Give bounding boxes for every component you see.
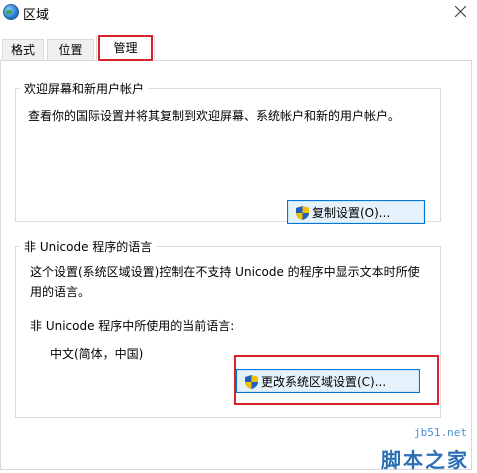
copy-settings-label: 复制设置(O)... <box>312 206 391 220</box>
copy-settings-button[interactable]: 复制设置(O)... <box>287 200 425 224</box>
current-language-label: 非 Unicode 程序中所使用的当前语言: <box>30 319 235 333</box>
tab-panel-administrative: 欢迎屏幕和新用户帐户 查看你的国际设置并将其复制到欢迎屏幕、系统帐户和新的用户帐… <box>0 60 472 470</box>
uac-shield-icon <box>296 206 309 220</box>
change-system-locale-button[interactable]: 更改系统区域设置(C)... <box>236 369 420 393</box>
change-system-locale-label: 更改系统区域设置(C)... <box>261 375 387 389</box>
title-bar: 区域 <box>0 0 477 30</box>
globe-icon <box>3 4 19 20</box>
tab-strip: 格式 位置 管理 <box>0 36 477 61</box>
tab-location[interactable]: 位置 <box>47 39 94 60</box>
uac-shield-icon <box>245 375 258 389</box>
tab-format[interactable]: 格式 <box>2 39 44 60</box>
close-icon <box>454 5 466 18</box>
watermark-text: 脚本之家 <box>381 448 469 472</box>
watermark-url: jb51.net <box>414 426 467 439</box>
welcome-description: 查看你的国际设置并将其复制到欢迎屏幕、系统帐户和新的用户帐户。 <box>28 109 401 123</box>
close-button[interactable] <box>449 2 471 22</box>
non-unicode-description: 这个设置(系统区域设置)控制在不支持 Unicode 的程序中显示文本时所使用的… <box>30 265 420 299</box>
non-unicode-group-title: 非 Unicode 程序的语言 <box>20 238 157 255</box>
window-title: 区域 <box>23 8 50 23</box>
welcome-screen-group: 欢迎屏幕和新用户帐户 查看你的国际设置并将其复制到欢迎屏幕、系统帐户和新的用户帐… <box>15 80 441 224</box>
tab-administrative[interactable]: 管理 <box>96 36 155 61</box>
welcome-group-title: 欢迎屏幕和新用户帐户 <box>20 80 149 97</box>
current-language-value: 中文(简体，中国) <box>50 347 144 361</box>
